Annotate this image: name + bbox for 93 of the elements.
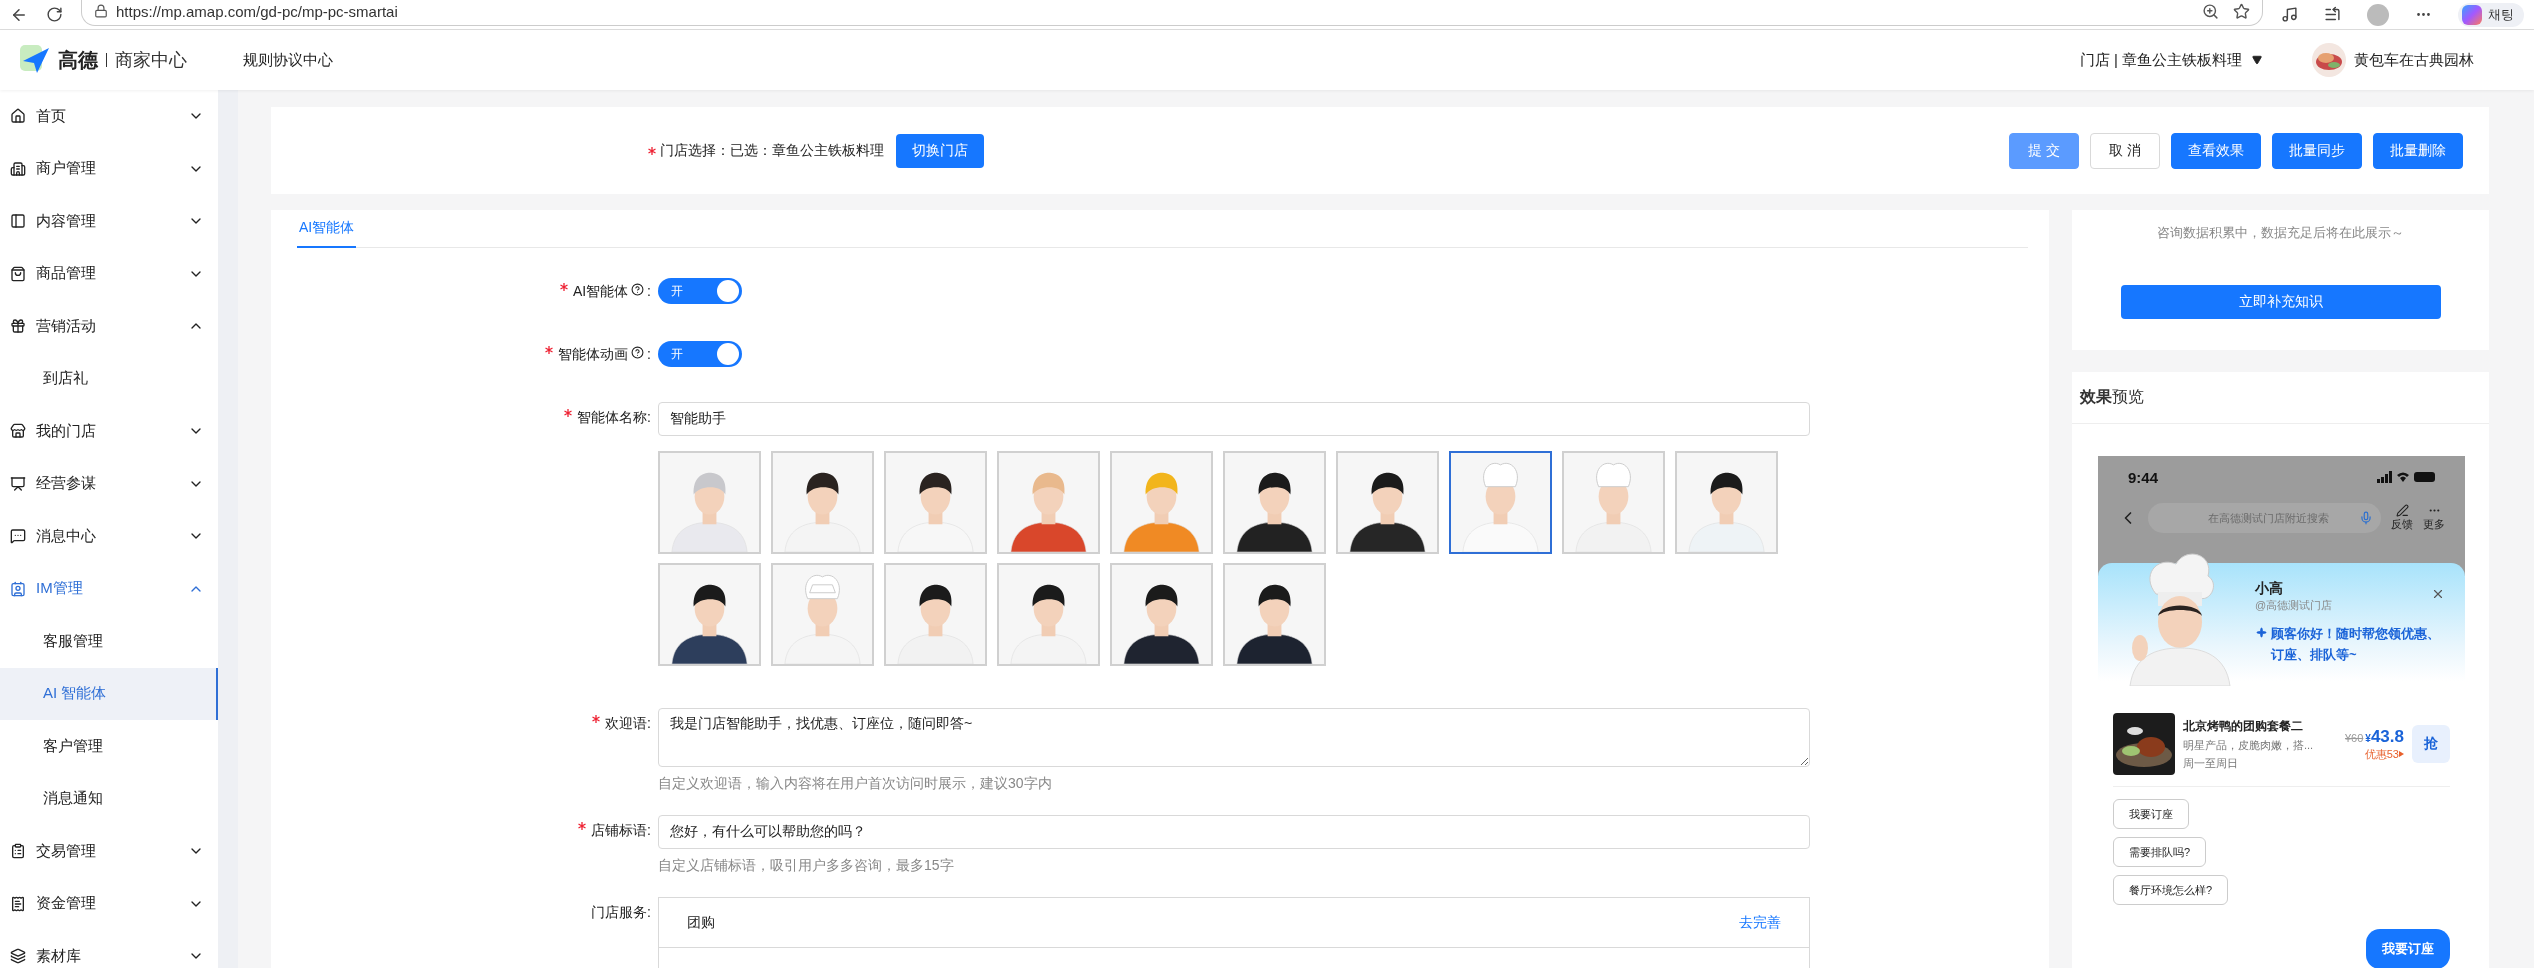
star-icon[interactable] (2233, 2, 2250, 20)
close-button[interactable] (2431, 587, 2445, 601)
toggle-switch[interactable]: 开 (658, 341, 742, 367)
colon: : (647, 346, 651, 362)
caret-icon (2252, 55, 2262, 65)
menu-item[interactable]: 首页 (0, 90, 218, 143)
greeting-text: 顾客你好！随时帮您领优惠、订座、排队等~ (2271, 625, 2441, 664)
home-icon (10, 108, 26, 125)
menu-item[interactable]: 经营参谋 (0, 457, 218, 510)
reload-icon[interactable] (46, 6, 63, 23)
add-knowledge-button[interactable]: 立即补充知识 (2120, 285, 2441, 319)
menu-item[interactable]: 商品管理 (0, 247, 218, 300)
menu-item[interactable]: 营销活动 (0, 300, 218, 353)
store-icon (10, 423, 26, 440)
field-hint: 自定义欢迎语，输入内容将在用户首次访问时展示，建议30字内 (658, 775, 1053, 793)
service-name: 团购 (687, 913, 715, 932)
quick-reply-chip[interactable]: 我要订座 (2113, 799, 2189, 829)
field-hint: 自定义店铺标语，吸引用户多多咨询，最多15字 (658, 857, 955, 875)
name-field[interactable]: 智能助手 (658, 402, 1810, 436)
field-label: 欢迎语: (605, 715, 651, 733)
message-icon (10, 528, 26, 545)
music-icon[interactable] (2281, 6, 2298, 23)
agent-handle: @高德测试门店 (2255, 598, 2333, 613)
product-name: 商家中心 (115, 49, 187, 72)
preview-title: 效果预览 (2080, 387, 2144, 407)
welcome-field[interactable]: 我是门店智能助手，找优惠、订座位，随问即答~ (658, 708, 1810, 767)
product-days: 周一至周日 (2183, 755, 2337, 771)
reserve-button[interactable]: 我要订座 (2366, 929, 2450, 968)
nav-action[interactable]: 更多 (2423, 504, 2445, 532)
original-price: ¥60 (2345, 731, 2364, 744)
complete-link[interactable]: 去完善 (1739, 913, 1781, 932)
menu-item[interactable]: 素材库 (0, 930, 218, 968)
menu-item[interactable]: 我的门店 (0, 405, 218, 458)
currency-sign: ¥ (2365, 732, 2371, 744)
discount-link[interactable]: 优惠53 (2364, 746, 2404, 762)
product-title: 北京烤鸭的团购套餐二 (2183, 717, 2304, 735)
contact-icon (10, 580, 26, 597)
toggle-switch[interactable]: 开 (658, 278, 742, 304)
pen-icon (2395, 504, 2409, 517)
menu-item[interactable]: 资金管理 (0, 877, 218, 930)
price: 43.8 (2370, 726, 2404, 747)
menu-item[interactable]: 商户管理 (0, 142, 218, 195)
switch-store-button[interactable]: 切换门店 (896, 133, 984, 168)
bag-icon (10, 265, 26, 282)
selected-store: 已选：章鱼公主铁板料理 (730, 141, 884, 160)
sparkle-icon (2256, 627, 2267, 638)
gift-icon (10, 318, 26, 335)
help-icon[interactable] (631, 283, 645, 296)
nav-action[interactable]: 反馈 (2391, 504, 2413, 532)
favorites-icon[interactable] (2324, 6, 2341, 23)
panel-icon (10, 213, 26, 230)
field-label: 门店服务: (591, 904, 651, 922)
field-label: AI智能体 (572, 283, 629, 301)
brand-name: 高德 (58, 47, 98, 73)
caret-icon (2399, 751, 2404, 757)
status-time: 9:44 (2128, 468, 2159, 486)
tab[interactable]: AI智能体 (297, 210, 357, 248)
chart-board-icon (10, 475, 26, 492)
receipt-icon (10, 895, 26, 912)
slogan-field[interactable]: 您好，有什么可以帮助您的吗？ (658, 815, 1810, 849)
store-switch[interactable]: 门店 | 章鱼公主铁板料理 (2079, 50, 2262, 70)
colon: : (647, 283, 651, 299)
grab-button[interactable]: 抢 (2412, 725, 2450, 763)
zoom-icon[interactable] (2202, 2, 2219, 20)
field-label: 智能体名称: (577, 409, 651, 427)
action-button[interactable]: 批量同步 (2272, 132, 2362, 169)
menu-item[interactable]: 交易管理 (0, 825, 218, 878)
rules-link[interactable]: 规则协议中心 (243, 50, 333, 70)
building-icon (10, 160, 26, 177)
submenu-item[interactable]: AI 智能体 (0, 667, 218, 720)
layers-icon (10, 948, 26, 965)
action-button[interactable]: 取 消 (2090, 132, 2160, 169)
quick-reply-chip[interactable]: 餐厅环境怎么样? (2113, 875, 2229, 905)
lock-icon (94, 4, 108, 18)
menu-item[interactable]: IM管理 (0, 562, 218, 615)
address-field[interactable]: https://mp.amap.com/gd-pc/mp-pc-smartai (81, 0, 2263, 26)
user-name: 黄包车在古典园林 (2354, 50, 2474, 70)
notice-text: 咨询数据积累中，数据充足后将在此展示～ (2157, 224, 2404, 242)
product-description: 明星产品，皮脆肉嫩，搭... (2183, 737, 2315, 753)
menu-item[interactable]: 内容管理 (0, 195, 218, 248)
field-label: 店铺标语: (591, 822, 651, 840)
quick-reply-chip[interactable]: 需要排队吗? (2113, 837, 2207, 867)
action-button[interactable]: 批量删除 (2373, 132, 2463, 169)
status-icons (2377, 471, 2437, 483)
agent-name: 小高 (2255, 580, 2284, 598)
menu-item[interactable]: 消息中心 (0, 510, 218, 563)
clipboard-icon (10, 843, 26, 860)
help-icon[interactable] (631, 346, 645, 359)
field-label: 智能体动画 (558, 346, 629, 364)
logo-icon (20, 45, 50, 75)
action-button[interactable]: 查看效果 (2171, 132, 2261, 169)
field-label: 门店选择： (660, 141, 730, 160)
chat-button[interactable]: 채팅 (2458, 2, 2524, 27)
